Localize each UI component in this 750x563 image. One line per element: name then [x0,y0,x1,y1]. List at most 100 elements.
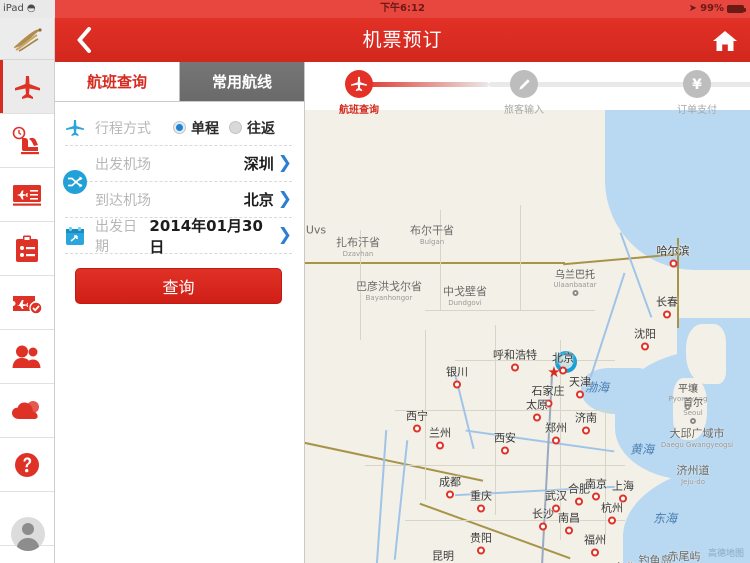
search-form: 行程方式 单程 往返 出发机场 深圳 ❯ 到达机场 北京 ❯ 出发日期 2014… [55,102,304,304]
arrival-airport-row[interactable]: 到达机场 北京 ❯ [65,182,292,218]
cloud-icon [12,400,39,419]
sidebar-item-boarding-pass[interactable] [0,168,54,222]
map-city-label: 福州 [584,532,606,557]
departure-airport-label: 出发机场 [95,156,151,173]
map-city-label: 西宁 [406,408,428,433]
chevron-right-icon: ❯ [277,153,292,173]
home-button[interactable] [710,26,740,56]
radio-one-way[interactable]: 单程 [173,118,219,138]
navigation-bar: 机票预订 [55,18,750,62]
map-foreign-city: 乌兰巴托 Ulaanbaatar [553,266,597,296]
map-city-label: 北京 [552,350,574,375]
tab-flight-search[interactable]: 航班查询 [55,62,179,101]
map-city-label: 南京 [585,476,607,501]
sidebar-item-account[interactable] [0,511,55,557]
step-bubble-pending [510,70,538,98]
map-city-label: 南昌 [558,510,580,535]
map-city-label: 郑州 [545,420,567,445]
map-region-label: 中戈壁省 Dundgovi [443,285,487,307]
step-order-payment[interactable]: ¥ 订单支付 [662,70,732,116]
chevron-right-icon: ❯ [277,225,292,245]
tab-common-routes[interactable]: 常用航线 [179,62,304,101]
step-flight-search-label: 航班查询 [339,105,379,116]
swap-arrows-icon [68,176,83,188]
map-city-label: 重庆 [470,488,492,513]
pencil-icon [518,78,530,90]
airplane-icon [66,119,84,136]
wifi-icon: ◓ [26,3,36,14]
trip-type-label: 行程方式 [95,120,151,137]
airline-phoenix-logo[interactable] [0,18,54,60]
map-city-label: 长沙 [532,506,554,531]
map-province-line [520,205,521,310]
ticket-check-icon [13,295,43,315]
yuan-icon: ¥ [692,77,702,93]
status-battery: ➤ 99% [689,0,746,18]
departure-date-row[interactable]: 出发日期 2014年01月30日 ❯ [65,216,292,256]
trip-type-icon-wrap [65,119,95,137]
map-city-label: 济南 [575,410,597,435]
step-passenger-input-label: 旅客输入 [504,105,544,116]
step-order-payment-label: 订单支付 [677,105,717,116]
battery-icon [727,5,746,13]
trip-type-row: 行程方式 单程 往返 [65,110,292,146]
map-city-label: 兰州 [429,425,451,450]
radio-round-trip[interactable]: 往返 [229,118,275,138]
two-people-icon [12,345,41,368]
seat-clock-icon [12,126,39,154]
map-city-label: 银川 [446,364,468,389]
panel-tabs: 航班查询 常用航线 [55,62,304,102]
map-city-label: 台北 [614,560,636,563]
clipboard-list-icon [16,235,38,262]
booking-stepper: 航班查询 旅客输入 ¥ 订单支付 [305,62,750,116]
map-foreign-city: 首尔 Seoul [683,394,703,424]
map-city-label: 昆明 [432,549,454,563]
swap-airports-button[interactable] [63,170,87,194]
departure-airport-row[interactable]: 出发机场 深圳 ❯ [65,146,292,182]
sidebar-item-ticket-verify[interactable] [0,276,54,330]
status-bar-left: iPad ◓ [0,0,55,18]
step-bubble-active [345,70,373,98]
map-border-mongolia-west [305,262,565,264]
map-sea-label: 东海 [652,511,678,526]
boarding-pass-icon [13,184,41,206]
map-city-label: 天津 [569,374,591,399]
user-avatar-icon [10,517,45,551]
battery-percent-label: 99% [700,3,724,14]
trip-type-options: 单程 往返 [173,118,275,138]
sidebar-item-checkin[interactable] [0,114,54,168]
sidebar-item-orders[interactable] [0,222,54,276]
radio-one-way-label: 单程 [191,120,219,137]
status-bar-right: 下午6:12 ➤ 99% [55,0,750,18]
phoenix-logo-icon [14,27,42,52]
page-title: 机票预订 [362,29,443,51]
sidebar-item-help[interactable] [0,438,54,492]
map-city-label: 贵阳 [470,530,492,555]
sidebar-item-weather[interactable] [0,384,54,438]
map-sea-label: 黄海 [629,442,655,457]
departure-date-label: 出发日期 [95,218,137,255]
step-passenger-input[interactable]: 旅客输入 [489,70,559,116]
step-flight-search[interactable]: 航班查询 [324,70,394,116]
calendar-icon [66,226,84,245]
sidebar-item-flight-booking[interactable] [0,60,54,114]
arrival-airport-value: 北京 [243,191,274,209]
map-region-label: 大邱广域市 Daegu Gwangyeogsi [660,427,734,449]
arrival-airport-label: 到达机场 [95,192,151,209]
search-button[interactable]: 查询 [75,268,282,304]
flight-booking-app: iPad ◓ 下午6:12 ➤ 99% 机票预订 航班查询 常用航线 行程方式 … [0,0,750,563]
map-region-label: 巴彦洪戈尔省 Bayanhongor [356,280,422,302]
map-city-label: 太原 [526,397,548,422]
map-region-label: 扎布汗省 Dzavhan [336,236,380,258]
status-bar: iPad ◓ 下午6:12 ➤ 99% [0,0,750,18]
sidebar-item-passengers[interactable] [0,330,54,384]
flight-route-map[interactable]: ★ 渤海 黄海 东海 扎布汗省 Dzavhan 布尔干省 Bulgan 巴彦洪戈尔省 Bayan… [305,110,750,563]
arrival-airport-value-wrap: 北京 ❯ [244,189,292,210]
status-time: 下午6:12 [380,3,425,14]
sidebar [0,18,55,563]
home-icon [713,31,737,51]
radio-round-trip-label: 往返 [247,120,275,137]
departure-date-value: 2014年01月30日 [149,216,263,256]
map-region-label: Uvs [305,223,327,237]
radio-dot-selected [173,121,186,134]
